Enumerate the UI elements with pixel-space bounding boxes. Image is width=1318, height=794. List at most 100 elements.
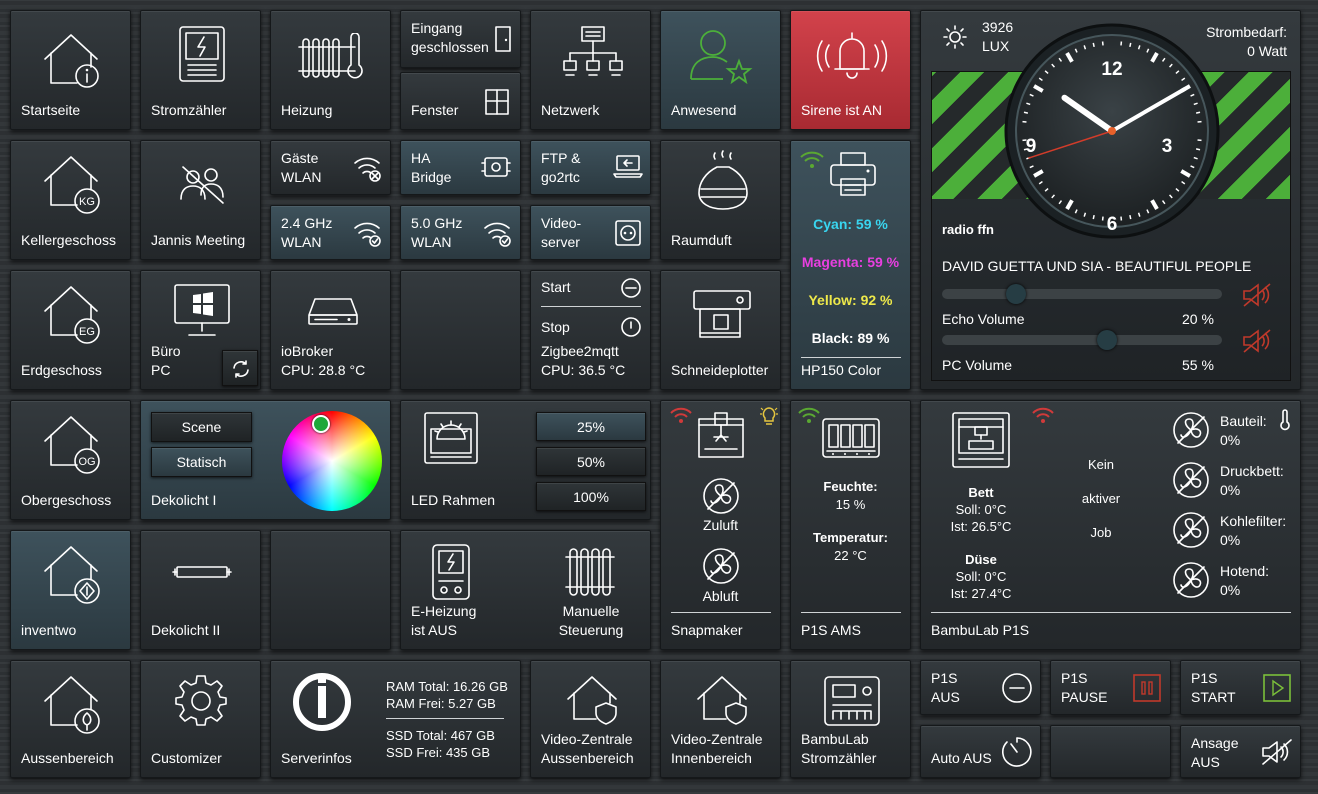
tile-p1s-ams[interactable]: Feuchte: 15 % Temperatur: 22 °C P1S AMS [790,400,911,650]
tile-label: Schneideplotter [671,362,769,378]
tile-obergeschoss[interactable]: OG Obergeschoss [10,400,131,520]
tile-video-zentrale-aussen[interactable]: Video-Zentrale Aussenbereich [530,660,651,778]
plotter-icon [692,289,752,341]
radiator-icon [564,545,616,599]
mute-icon[interactable] [1242,328,1272,354]
statisch-button[interactable]: Statisch [151,447,252,477]
zigbee-stop-button[interactable]: Stop [541,318,570,337]
tile-raumduft[interactable]: Raumduft [660,140,781,260]
tile-p1s-aus[interactable]: P1S AUS [920,660,1041,715]
tile-buero-pc[interactable]: Büro PC [140,270,261,390]
tile-ha-bridge[interactable]: HA Bridge [400,140,521,195]
slider-knob[interactable] [1097,330,1117,350]
tile-label: Heizung [281,102,333,118]
tile-schneideplotter[interactable]: Schneideplotter [660,270,781,390]
bulb-icon [759,405,779,429]
server-icon [307,297,359,327]
e-heizung-label: E-Heizung ist AUS [411,603,477,638]
minus-circle-icon[interactable] [620,277,642,299]
socket-icon [615,220,641,246]
clock-number-9: 9 [1026,136,1037,157]
tile-dekolicht2[interactable]: Dekolicht II [140,530,261,650]
tile-fenster[interactable]: Fenster [400,72,521,130]
brightness-50-button[interactable]: 50% [536,447,646,476]
wifi-check-icon [353,218,383,248]
heater-meter-icon [431,543,471,601]
divider [541,306,641,307]
home-shield-icon [564,673,620,725]
tile-p1s-start[interactable]: P1S START [1180,660,1301,715]
clock-minor-tick [1092,214,1095,220]
tile-empty [270,530,391,650]
feuchte-value: 15 % [835,497,866,512]
tile-wlan24[interactable]: 2.4 GHz WLAN [270,205,391,260]
tile-kellergeschoss[interactable]: KG Kellergeschoss [10,140,131,260]
tile-bambulab-stromzaehler[interactable]: BambuLab Stromzähler [790,660,911,778]
fan-value: 0% [1220,482,1241,498]
tile-bambulab-p1s[interactable]: Bett Soll: 0°C Ist: 26.5°C Düse Soll: 0°… [920,400,1301,650]
tile-anwesend[interactable]: Anwesend [660,10,781,130]
slider-knob[interactable] [1006,284,1026,304]
tile-zigbee2mqtt[interactable]: Start Stop Zigbee2mqtt CPU: 36.5 °C [530,270,651,390]
clock-number-12: 12 [1101,59,1122,80]
home-shield-icon [694,673,750,725]
wifi-icon [669,405,693,423]
tile-label: Obergeschoss [21,492,112,508]
home-floor-icon: EG [41,283,103,345]
tile-p1s-pause[interactable]: P1S PAUSE [1050,660,1171,715]
brightness-25-button[interactable]: 25% [536,412,646,441]
tile-stromzaehler[interactable]: Stromzähler [140,10,261,130]
divider [386,718,504,719]
fan-off-icon [702,477,740,515]
tile-videoserver[interactable]: Video- server [530,205,651,260]
tile-label: inventwo [21,622,77,638]
gear-icon [174,673,228,727]
tile-e-heizung[interactable]: E-Heizung ist AUS Manuelle Steuerung [400,530,651,650]
tile-heizung[interactable]: Heizung [270,10,391,130]
color-picker-handle[interactable] [312,415,330,433]
color-wheel[interactable] [282,411,382,511]
scene-button[interactable]: Scene [151,412,252,442]
minus-circle-icon [1001,672,1033,704]
pc-volume-slider[interactable] [942,330,1222,350]
tile-eingang[interactable]: Eingang geschlossen [400,10,521,68]
tile-customizer[interactable]: Customizer [140,660,261,778]
ram-frei: RAM Frei: 5.27 GB [386,696,496,711]
network-icon [562,25,624,83]
zigbee-start-button[interactable]: Start [541,278,571,297]
tile-gaeste-wlan[interactable]: Gäste WLAN [270,140,391,195]
tile-erdgeschoss[interactable]: EG Erdgeschoss [10,270,131,390]
manuelle-steuerung-label[interactable]: Manuelle Steuerung [541,602,641,640]
mute-icon[interactable] [1242,282,1272,308]
divider [801,612,901,613]
tile-iobroker[interactable]: ioBroker CPU: 28.8 °C [270,270,391,390]
echo-volume-slider[interactable] [942,284,1222,304]
tile-sirene[interactable]: Sirene ist AN [790,10,911,130]
tile-video-zentrale-innen[interactable]: Video-Zentrale Innenbereich [660,660,781,778]
ink-magenta: Magenta: 59 % [801,254,900,270]
radiator-thermometer-icon [297,33,369,83]
tile-ansage[interactable]: Ansage AUS [1180,725,1301,778]
tile-aussenbereich[interactable]: Aussenbereich [10,660,131,778]
tile-label: 2.4 GHz WLAN [281,215,333,250]
brightness-100-button[interactable]: 100% [536,482,646,511]
tile-serverinfos[interactable]: RAM Total: 16.26 GB RAM Frei: 5.27 GB SS… [270,660,521,778]
power-icon[interactable] [620,316,642,338]
tile-led-rahmen[interactable]: 25% 50% 100% LED Rahmen [400,400,651,520]
echo-volume-label: Echo Volume [942,311,1025,327]
temperatur-value: 22 °C [834,548,867,563]
restart-button[interactable] [222,350,258,386]
tile-ftp-go2rtc[interactable]: FTP & go2rtc [530,140,651,195]
tile-snapmaker[interactable]: Zuluft Abluft Snapmaker [660,400,781,650]
tile-dekolicht1[interactable]: Scene Statisch Dekolicht I [140,400,391,520]
tile-inventwo[interactable]: inventwo [10,530,131,650]
tile-label: BambuLab Stromzähler [801,731,877,766]
fan-off-icon [1172,411,1210,449]
tile-jannis-meeting[interactable]: Jannis Meeting [140,140,261,260]
bridge-device-icon [481,155,511,179]
tile-netzwerk[interactable]: Netzwerk [530,10,651,130]
tile-auto-aus[interactable]: Auto AUS [920,725,1041,778]
tile-startseite[interactable]: Startseite [10,10,131,130]
tile-wlan50[interactable]: 5.0 GHz WLAN [400,205,521,260]
tile-printer-hp150[interactable]: Cyan: 59 % Magenta: 59 % Yellow: 92 % Bl… [790,140,911,390]
